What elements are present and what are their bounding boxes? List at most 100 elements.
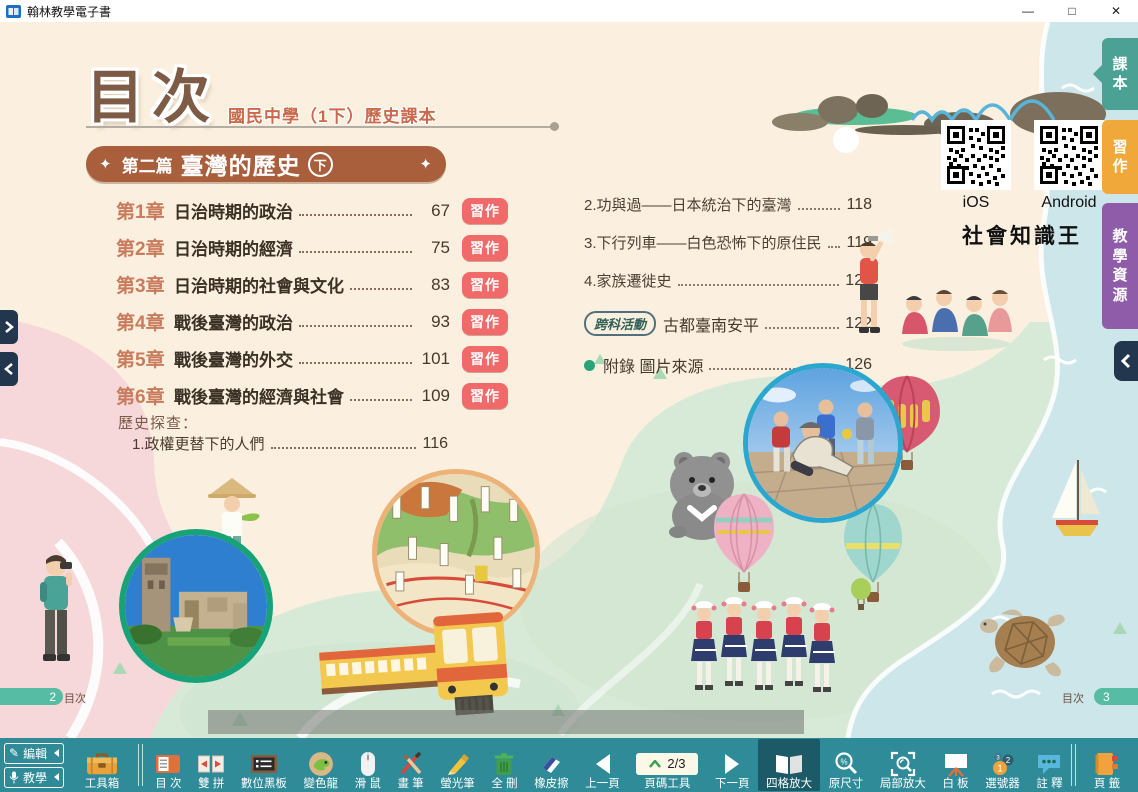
- page-subtitle: 國民中學（1下）歷史課本: [228, 102, 436, 127]
- pencil-icon: ✎: [9, 746, 19, 760]
- sea-turtle-illustration: [975, 604, 1069, 680]
- dot-leader: [299, 214, 412, 216]
- toolbar-toolbox[interactable]: 工具箱: [70, 739, 134, 791]
- toc-item[interactable]: 3.下行列車——白色恐怖下的原住民 119: [584, 232, 872, 253]
- chapter-page: 83: [418, 275, 450, 295]
- indigenous-dancers-illustration: [686, 592, 840, 704]
- eraser-icon: [538, 750, 564, 778]
- chapter-page: 101: [418, 349, 450, 369]
- edit-mode-button[interactable]: ✎ 編輯: [4, 743, 64, 764]
- chapter-row[interactable]: 第4章 戰後臺灣的政治 93 習作: [116, 303, 508, 340]
- toolbar-whiteboard[interactable]: 白 板: [934, 739, 977, 791]
- chapter-row[interactable]: 第2章 日治時期的經濟 75 習作: [116, 229, 508, 266]
- workbook-badge[interactable]: 習作: [462, 383, 508, 409]
- panel-collapse-button[interactable]: [0, 352, 18, 386]
- toolbar-pen[interactable]: 畫 筆: [389, 739, 432, 791]
- explore-heading: 歷史探查：: [118, 412, 198, 433]
- toolbar-digital-board[interactable]: 數位黑板: [233, 739, 296, 791]
- chapter-row[interactable]: 第1章 日治時期的政治 67 習作: [116, 192, 508, 229]
- toc-item-label: 3.下行列車——白色恐怖下的原住民: [584, 232, 822, 253]
- sailboat-illustration: [1050, 456, 1104, 546]
- explore-item-page: 116: [422, 435, 448, 453]
- toc-item[interactable]: 2.功與過——日本統治下的臺灣 118: [584, 194, 872, 215]
- workbook-badge[interactable]: 習作: [462, 309, 508, 335]
- activity-item[interactable]: 跨科活動 古都臺南安平 122: [584, 311, 872, 336]
- chapter-title: 日治時期的政治: [174, 198, 293, 223]
- workbook-badge[interactable]: 習作: [462, 235, 508, 261]
- chapter-row[interactable]: 第6章 戰後臺灣的經濟與社會 109 習作: [116, 377, 508, 414]
- tab-workbook[interactable]: 習作: [1102, 120, 1138, 194]
- chapter-title: 日治時期的社會與文化: [174, 272, 344, 297]
- zoom-region-icon: [890, 750, 916, 778]
- toc-icon: [155, 750, 181, 778]
- toolbar-clear-all[interactable]: 全 刪: [483, 739, 526, 791]
- svg-text:2: 2: [1005, 756, 1010, 765]
- microphone-icon: [9, 771, 19, 784]
- footer-label-left: 目次: [64, 690, 86, 706]
- chapter-page: 75: [418, 238, 450, 258]
- sidebar-collapse-button[interactable]: [1114, 341, 1138, 381]
- horizontal-scrollbar[interactable]: [208, 710, 804, 734]
- toolbar-original-size[interactable]: % 原尺寸: [820, 739, 871, 791]
- toolbar-prev-page[interactable]: 上一頁: [577, 739, 628, 791]
- ios-label: iOS: [941, 194, 1011, 212]
- chapter-number: 第6章: [116, 382, 174, 409]
- maximize-button[interactable]: □: [1050, 0, 1094, 22]
- workbook-badge[interactable]: 習作: [462, 346, 508, 372]
- toolbar-highlighter[interactable]: 螢光筆: [432, 739, 483, 791]
- page-title: 目次: [86, 50, 218, 134]
- chapter-title: 日治時期的經濟: [174, 235, 293, 260]
- workbook-badge[interactable]: 習作: [462, 272, 508, 298]
- svg-text:1: 1: [997, 763, 1003, 774]
- toc-item[interactable]: 4.家族遷徙史 120: [584, 270, 872, 291]
- toolbar-page-tabs[interactable]: 頁 籤: [1080, 739, 1134, 791]
- kinmen-photo: [119, 529, 273, 683]
- workbook-badge[interactable]: 習作: [462, 198, 508, 224]
- chapter-number: 第5章: [116, 345, 174, 372]
- ebook-app-window: 翰林教學電子書 — □ ✕: [0, 0, 1138, 792]
- chapter-row[interactable]: 第3章 日治時期的社會與文化 83 習作: [116, 266, 508, 303]
- minimize-button[interactable]: —: [1006, 0, 1050, 22]
- section-banner: ✦ 第二篇 臺灣的歷史 下 ✦: [86, 146, 446, 182]
- toolbar-page-tool[interactable]: 2/3 頁碼工具: [628, 739, 707, 791]
- toolbox-icon: [84, 750, 120, 778]
- teach-mode-button[interactable]: 教學: [4, 767, 64, 788]
- diamond-icon: ✦: [99, 155, 112, 173]
- explore-item[interactable]: 1.政權更替下的人們 116: [132, 433, 448, 454]
- chapter-row[interactable]: 第5章 戰後臺灣的外交 101 習作: [116, 340, 508, 377]
- toolbar-next-page[interactable]: 下一頁: [707, 739, 758, 791]
- tab-textbook[interactable]: 課本: [1102, 38, 1138, 110]
- hot-air-balloon-small: [850, 578, 872, 614]
- dot-leader: [798, 208, 841, 210]
- tab-teaching-resources[interactable]: 教學資源: [1102, 203, 1138, 329]
- banner-part: 第二篇: [122, 152, 173, 177]
- toolbar-partial-zoom[interactable]: 局部放大: [872, 739, 935, 791]
- open-book-icon: [774, 750, 804, 778]
- toolbar-annotation[interactable]: 註 釋: [1028, 739, 1071, 791]
- chapter-number: 第3章: [116, 271, 174, 298]
- arrow-left-icon: [54, 749, 59, 757]
- toolbar-quad-zoom[interactable]: 四格放大: [758, 739, 821, 791]
- page-indicator-input[interactable]: 2/3: [636, 753, 698, 775]
- toolbar-chameleon[interactable]: 變色龍: [295, 739, 346, 791]
- toolbar-mouse[interactable]: 滑 鼠: [346, 739, 389, 791]
- toolbar-number-picker[interactable]: 3 2 1 選號器: [977, 739, 1028, 791]
- banner-title: 臺灣的歷史: [181, 147, 301, 181]
- toc-item-label: 4.家族遷徙史: [584, 270, 672, 291]
- activity-label: 古都臺南安平: [663, 312, 759, 336]
- chameleon-icon: [308, 750, 334, 778]
- toolbar-eraser[interactable]: 橡皮擦: [526, 739, 577, 791]
- title-rule: [86, 126, 552, 128]
- appendix-label: 附錄 圖片來源: [603, 353, 703, 377]
- close-button[interactable]: ✕: [1094, 0, 1138, 22]
- activity-tag: 跨科活動: [584, 311, 656, 336]
- panel-expand-button[interactable]: [0, 310, 18, 344]
- toolbar-toc[interactable]: 目 次: [147, 739, 190, 791]
- toolbar-dual-page[interactable]: 雙 拼: [190, 739, 233, 791]
- speech-bubble-icon: [1036, 750, 1062, 778]
- blackboard-icon: [250, 750, 278, 778]
- banner-volume-badge: 下: [308, 152, 333, 177]
- chapter-number: 第4章: [116, 308, 174, 335]
- page-number-right: 3: [1094, 688, 1138, 705]
- bullet-icon: [584, 360, 595, 371]
